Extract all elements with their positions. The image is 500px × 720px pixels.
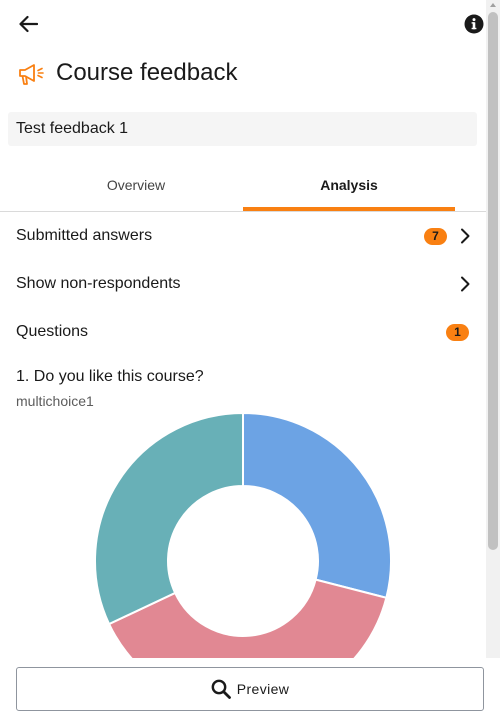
search-icon bbox=[211, 679, 231, 699]
tab-overview[interactable]: Overview bbox=[30, 164, 242, 211]
submitted-answers-row[interactable]: Submitted answers 7 bbox=[0, 212, 486, 260]
scrollbar[interactable] bbox=[486, 0, 500, 658]
donut-slice-1[interactable] bbox=[242, 411, 392, 600]
non-respondents-row[interactable]: Show non-respondents bbox=[0, 260, 486, 308]
page-header: Course feedback bbox=[16, 58, 237, 88]
tab-analysis[interactable]: Analysis bbox=[243, 164, 455, 211]
question-title: 1. Do you like this course? bbox=[16, 368, 204, 385]
info-circle-icon bbox=[464, 14, 484, 34]
questions-label: Questions bbox=[16, 323, 89, 340]
questions-count-badge: 1 bbox=[446, 323, 469, 341]
arrow-left-icon bbox=[19, 15, 38, 33]
top-bar bbox=[0, 0, 486, 48]
donut-chart bbox=[94, 411, 392, 658]
donut-slice-3[interactable] bbox=[94, 411, 244, 626]
scrollbar-thumb[interactable] bbox=[488, 12, 498, 550]
megaphone-icon bbox=[16, 58, 46, 88]
chevron-right-icon bbox=[457, 274, 473, 294]
submitted-answers-label: Submitted answers bbox=[16, 227, 153, 244]
info-button[interactable] bbox=[463, 13, 485, 35]
preview-label: Preview bbox=[236, 681, 290, 697]
page-title: Course feedback bbox=[56, 59, 238, 86]
footer-bar: Preview bbox=[0, 658, 500, 720]
submitted-count-badge: 7 bbox=[424, 227, 447, 245]
back-button[interactable] bbox=[14, 10, 42, 38]
feedback-name: Test feedback 1 bbox=[8, 112, 477, 146]
question-type-label: multichoice1 bbox=[16, 393, 94, 409]
chevron-right-icon bbox=[457, 226, 473, 246]
scroll-up-arrow[interactable] bbox=[490, 3, 496, 7]
questions-row: Questions 1 bbox=[0, 308, 486, 356]
preview-button[interactable]: Preview bbox=[16, 667, 484, 711]
tab-bar: Overview Analysis bbox=[0, 164, 486, 212]
content-area: Course feedback Test feedback 1 Overview… bbox=[0, 0, 486, 658]
non-respondents-label: Show non-respondents bbox=[16, 275, 181, 292]
